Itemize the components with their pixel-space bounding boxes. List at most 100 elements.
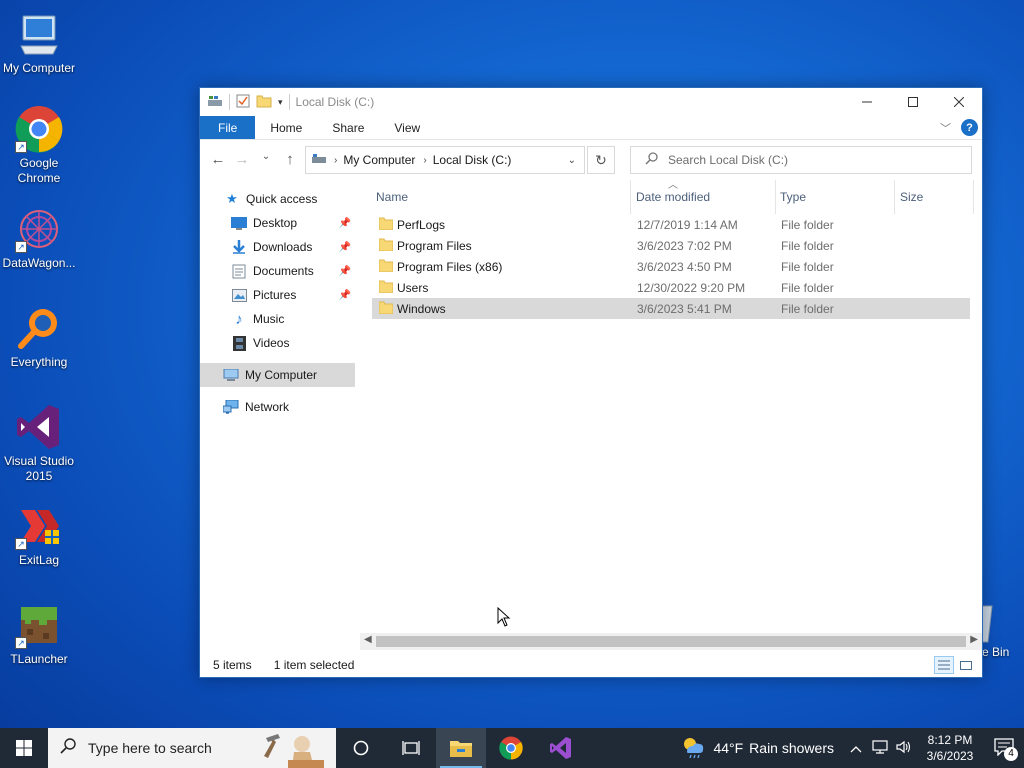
nav-item-downloads[interactable]: Downloads 📌 [200,235,355,259]
taskbar-search-placeholder: Type here to search [88,740,212,756]
up-arrow-icon[interactable]: ↑ [278,151,302,168]
desktop-icon-google-chrome[interactable]: ↗ Google Chrome [0,105,78,186]
nav-item-label: Desktop [253,216,298,230]
scroll-right-arrow-icon[interactable]: ▶ [970,634,978,645]
horizontal-scrollbar[interactable]: ◀ ▶ [360,633,982,650]
customize-toolbar-dropdown-icon[interactable]: ▾ [278,97,283,108]
breadcrumb-separator-icon[interactable]: › [423,155,426,166]
minimize-button[interactable] [844,88,890,116]
folder-icon [379,301,393,314]
view-toggle [934,656,976,674]
close-button[interactable] [936,88,982,116]
desktop-icon-datawagon[interactable]: ↗ DataWagon... [0,205,78,271]
shortcut-arrow-icon: ↗ [15,538,27,550]
explorer-drive-icon[interactable] [207,94,223,111]
cortana-button[interactable] [336,728,386,768]
weather-rain-showers-icon[interactable] [681,736,705,761]
nav-item-my-computer[interactable]: My Computer [200,363,355,387]
network-wired-icon[interactable] [872,739,888,757]
taskbar-google-chrome[interactable] [486,728,536,768]
visual-studio-icon [550,737,571,759]
pin-icon[interactable]: 📌 [339,266,351,277]
search-highlight-illustration-icon [258,730,328,768]
tab-home[interactable]: Home [255,116,317,139]
visual-studio-icon [15,403,63,451]
desktop-icon-visual-studio[interactable]: Visual Studio 2015 [0,403,78,484]
file-row-perflogs[interactable]: PerfLogs 12/7/2019 1:14 AM File folder [372,214,970,235]
properties-icon[interactable] [236,94,250,111]
tab-view[interactable]: View [379,116,435,139]
back-arrow-icon[interactable]: ← [206,151,230,168]
details-view-button[interactable] [934,656,954,674]
expand-ribbon-chevron-icon[interactable]: ﹀ [940,120,951,136]
forward-arrow-icon[interactable]: → [230,151,254,168]
tab-file[interactable]: File [200,116,256,139]
desktop-icon-my-computer[interactable]: My Computer [0,10,78,76]
pin-icon[interactable]: 📌 [339,290,351,301]
column-header-name[interactable]: Name [372,180,631,214]
tab-share[interactable]: Share [317,116,379,139]
downloads-icon [231,239,247,255]
address-bar[interactable]: › My Computer › Local Disk (C:) ⌄ [305,146,585,174]
videos-icon [231,335,247,351]
desktop-icon-exitlag[interactable]: ↗ ExitLag [0,502,78,568]
recent-locations-chevron-icon[interactable]: ⌄ [254,151,278,168]
nav-item-documents[interactable]: Documents 📌 [200,259,355,283]
clock[interactable]: 8:12 PM 3/6/2023 [920,732,980,764]
action-center-button[interactable]: 4 [994,737,1018,761]
search-box[interactable]: Search Local Disk (C:) [630,146,972,174]
folder-icon [379,238,393,251]
nav-item-desktop[interactable]: Desktop 📌 [200,211,355,235]
address-dropdown-chevron-icon[interactable]: ⌄ [568,155,576,166]
scrollbar-thumb[interactable] [376,636,966,647]
file-row-program-files-x86[interactable]: Program Files (x86) 3/6/2023 4:50 PM Fil… [372,256,970,277]
taskbar-visual-studio[interactable] [536,728,586,768]
column-header-size[interactable]: Size [896,180,974,214]
start-button[interactable] [0,728,48,768]
documents-icon [231,263,247,279]
show-hidden-icons-chevron-icon[interactable] [850,740,862,756]
task-view-button[interactable] [386,728,436,768]
pin-icon[interactable]: 📌 [339,218,351,229]
desktop-icon-tlauncher[interactable]: ↗ TLauncher [0,601,78,667]
breadcrumb-separator-icon[interactable]: › [334,155,337,166]
weather-condition[interactable]: Rain showers [749,740,834,756]
nav-item-videos[interactable]: Videos [200,331,355,355]
file-type: File folder [781,259,834,274]
title-bar: ▾ Local Disk (C:) [200,88,982,116]
separator [229,94,230,110]
new-folder-icon[interactable] [256,94,272,111]
taskbar-file-explorer[interactable] [436,728,486,768]
file-row-users[interactable]: Users 12/30/2022 9:20 PM File folder [372,277,970,298]
file-date: 12/30/2022 9:20 PM [637,280,746,295]
maximize-button[interactable] [890,88,936,116]
taskbar-search-box[interactable]: Type here to search [48,728,336,768]
folder-icon [379,259,393,272]
column-header-type[interactable]: Type [776,180,895,214]
column-header-date-modified[interactable]: Date modified [632,180,776,214]
pin-icon[interactable]: 📌 [339,242,351,253]
nav-item-pictures[interactable]: Pictures 📌 [200,283,355,307]
file-type: File folder [781,217,834,232]
nav-item-quick-access[interactable]: ★ Quick access [200,187,355,211]
shortcut-arrow-icon: ↗ [15,637,27,649]
large-icons-view-button[interactable] [956,656,976,674]
volume-speaker-icon[interactable] [896,740,912,757]
desktop-icon-label: Google Chrome [17,156,61,185]
file-row-windows[interactable]: Windows 3/6/2023 5:41 PM File folder [372,298,970,319]
breadcrumb-local-disk[interactable]: Local Disk (C:) [433,153,512,167]
folder-icon [379,280,393,293]
refresh-button[interactable]: ↻ [587,146,615,174]
nav-item-music[interactable]: ♪ Music [200,307,355,331]
breadcrumb-my-computer[interactable]: My Computer [343,153,415,167]
nav-item-network[interactable]: Network [200,395,355,419]
everything-search-icon [15,304,63,352]
file-row-program-files[interactable]: Program Files 3/6/2023 7:02 PM File fold… [372,235,970,256]
scroll-left-arrow-icon[interactable]: ◀ [364,634,372,645]
pictures-icon [231,287,247,303]
help-icon[interactable]: ? [961,119,978,136]
weather-temperature[interactable]: 44°F [713,740,743,756]
explorer-body: ★ Quick access Desktop 📌 Downloads 📌 Doc… [200,180,982,650]
desktop-icon-everything[interactable]: Everything [0,304,78,370]
maximize-icon [908,97,918,107]
